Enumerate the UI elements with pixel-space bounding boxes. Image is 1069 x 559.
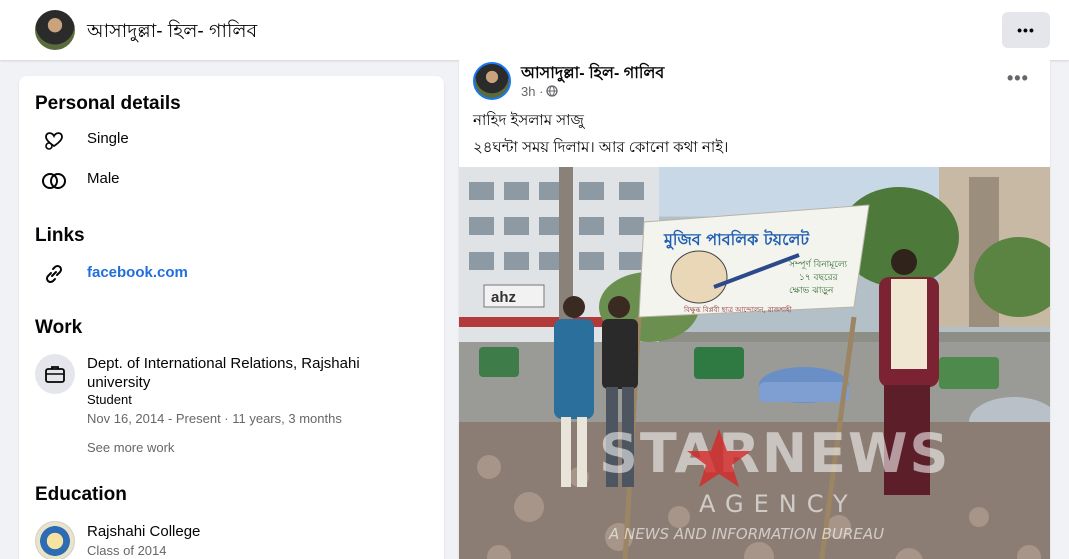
links-heading: Links	[35, 225, 85, 246]
gender-value: Male	[87, 170, 120, 187]
personal-details-heading: Personal details	[35, 93, 181, 114]
work-role: Student	[87, 392, 132, 407]
post-author-avatar[interactable]	[473, 62, 511, 100]
see-more-work-link[interactable]: See more work	[87, 440, 174, 455]
banner-line-2: ১৭ বছরের	[799, 273, 839, 283]
link-icon	[41, 261, 67, 287]
banner-title: মুজিব পাবলিক টয়লেট	[663, 229, 810, 250]
watermark-agency: AGENCY	[699, 490, 858, 518]
work-place[interactable]: Dept. of International Relations, Rajsha…	[87, 354, 417, 392]
school-logo	[35, 521, 75, 559]
school-class: Class of 2014	[87, 543, 167, 558]
banner-line-1: সম্পূর্ণ বিনামূল্যে	[788, 259, 848, 270]
work-heading: Work	[35, 317, 83, 338]
briefcase-icon	[35, 354, 75, 394]
public-globe-icon	[546, 85, 558, 97]
profile-name[interactable]: আসাদুল্লা- হিল- গালিব	[87, 17, 257, 49]
profile-header: আসাদুল্লা- হিল- গালিব •••	[0, 0, 1069, 60]
watermark-tagline: A NEWS AND INFORMATION BUREAU	[608, 525, 884, 543]
post-text-line-2: ২৪ঘন্টা সময় দিলাম। আর কোনো কথা নাই।	[473, 139, 729, 156]
watermark-main: STARNEWS	[599, 422, 950, 485]
post-photo[interactable]: ahz মুজিব পাবলিক টয়লেট সম্পূর্ণ বিনামূল…	[459, 167, 1050, 559]
post-options-button[interactable]: •••	[1007, 68, 1029, 89]
school-name[interactable]: Rajshahi College	[87, 522, 417, 541]
more-options-button[interactable]: •••	[1002, 12, 1050, 48]
facebook-link[interactable]: facebook.com	[87, 264, 188, 281]
shop-sign: ahz	[491, 289, 516, 306]
starnews-watermark: STARNEWS AGENCY A NEWS AND INFORMATION B…	[599, 422, 950, 543]
relationship-heart-icon	[41, 127, 67, 153]
profile-avatar[interactable]	[35, 10, 75, 50]
gender-icon	[41, 168, 67, 194]
post-text-line-1: নাহিদ ইসলাম সাজু	[473, 112, 584, 129]
banner-line-3: ক্ষোভ ঝাড়ুন	[789, 286, 834, 296]
education-heading: Education	[35, 484, 127, 505]
work-dates: Nov 16, 2014 - Present · 11 years, 3 mon…	[87, 411, 342, 426]
post-card: আসাদুল্লা- হিল- গালিব 3h · ••• নাহিদ ইসল…	[459, 60, 1050, 559]
post-author-name[interactable]: আসাদুল্লা- হিল- গালিব	[521, 60, 664, 87]
intro-card: Personal details Single Male Links faceb…	[19, 76, 444, 559]
relationship-status: Single	[87, 130, 129, 147]
banner-footer: বিক্ষুব্ধ বিপ্লবী ছাত্র আন্দোলন, রাজশাহী	[683, 305, 793, 314]
post-timestamp[interactable]: 3h ·	[521, 84, 543, 99]
